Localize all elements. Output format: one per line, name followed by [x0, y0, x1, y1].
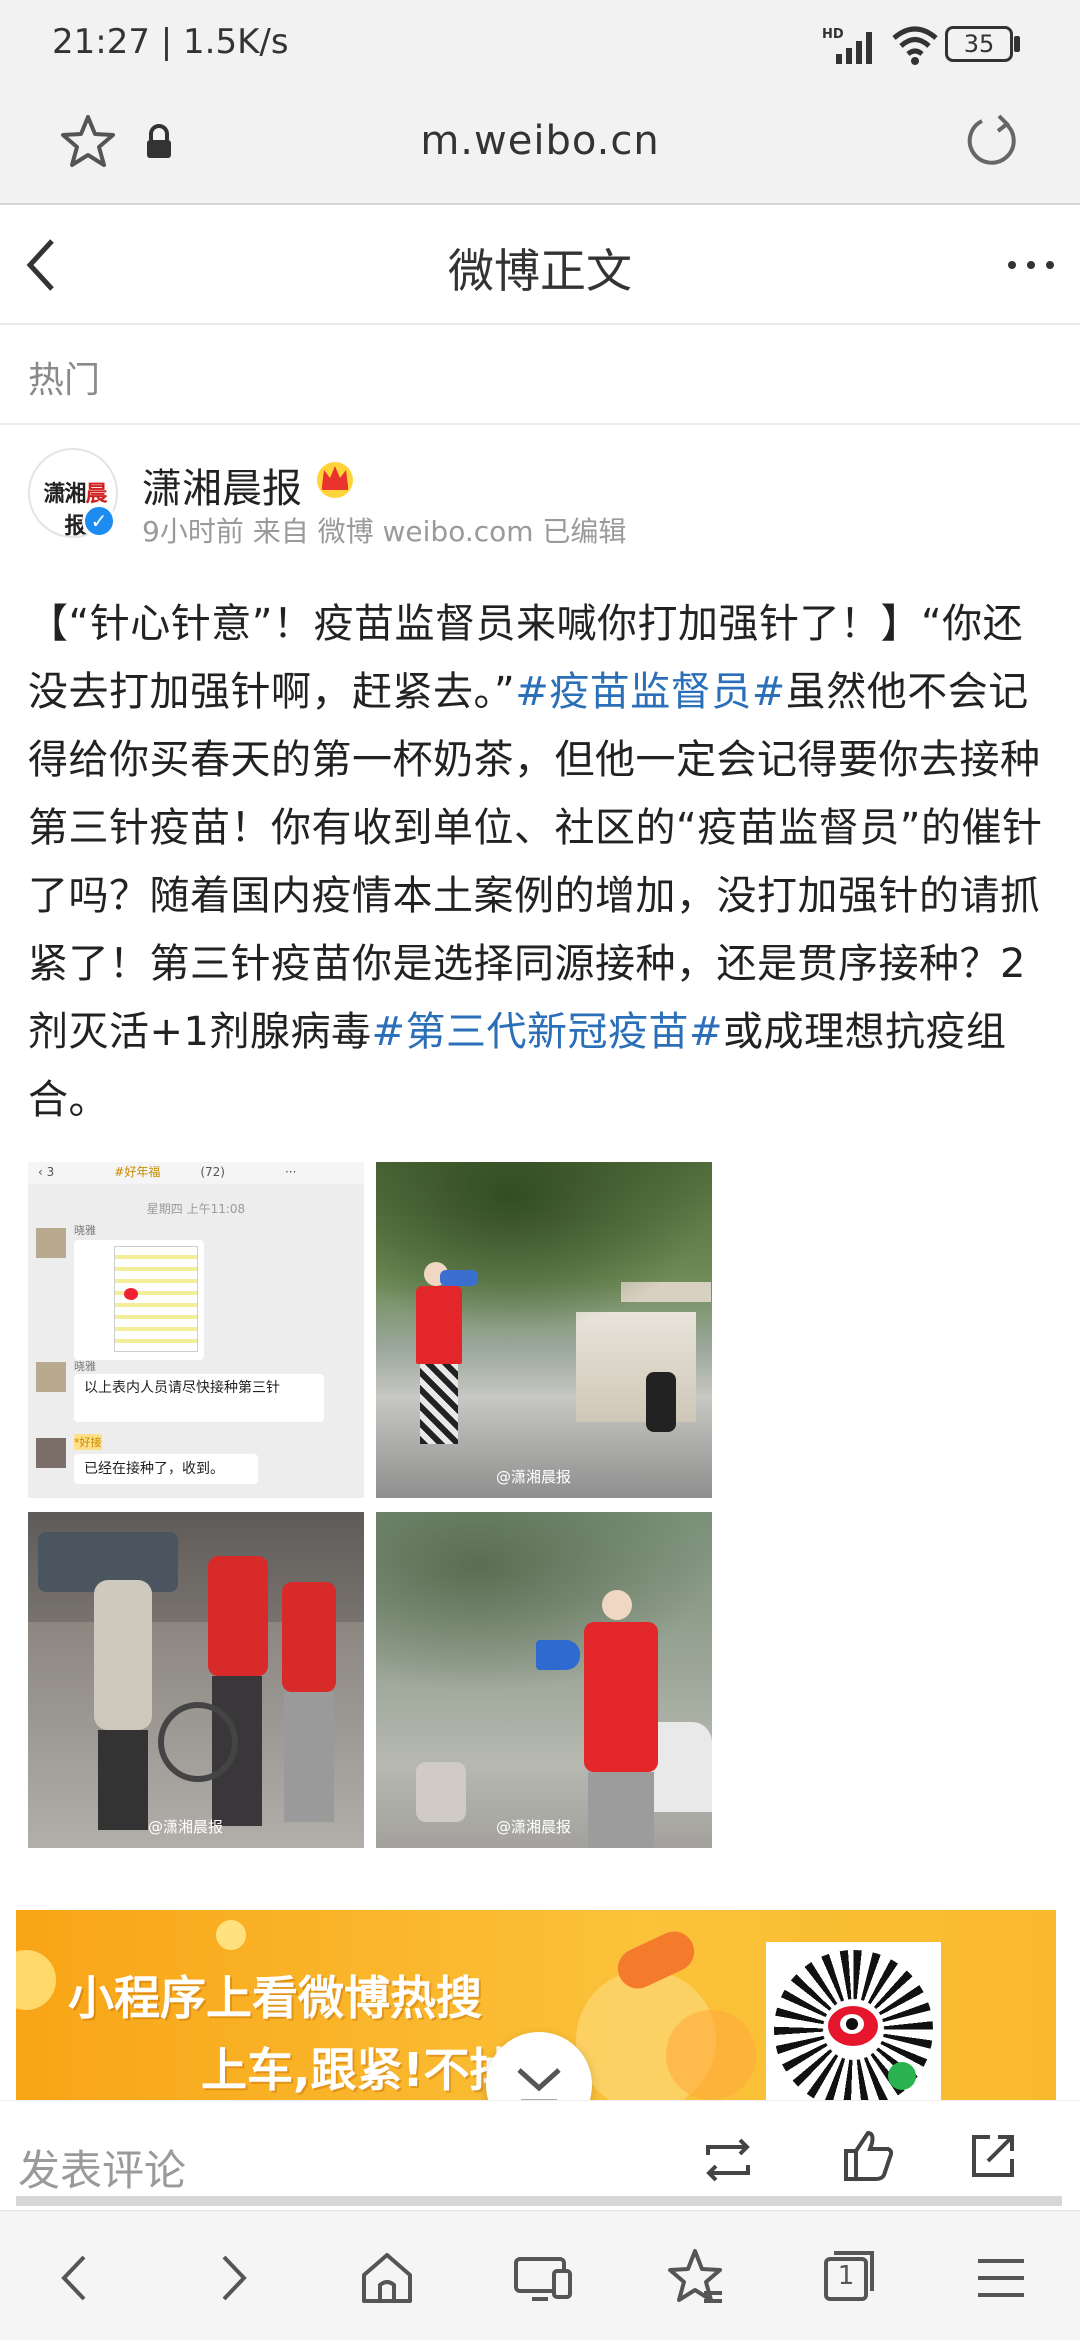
home-icon[interactable]	[352, 2243, 422, 2313]
section-label: 热门	[28, 360, 101, 401]
status-bar: 21:27 | 1.5K/s HD 35	[0, 0, 1080, 90]
battery-level: 35	[963, 30, 995, 58]
reload-icon[interactable]	[962, 112, 1022, 172]
chat-table-image	[74, 1240, 204, 1360]
browser-forward-icon[interactable]	[198, 2243, 268, 2313]
post-text-part-2: 虽然他不会记得给你买春天的第一杯奶茶，但他一定会记得要你去接种第三针疫苗！你有收…	[28, 669, 1043, 1055]
chat-sender: 晓雅	[74, 1360, 96, 1373]
tabs-button[interactable]: 1	[812, 2243, 882, 2313]
image-volunteer-street[interactable]: @潇湘晨报	[376, 1162, 712, 1498]
section-header: 热门	[0, 325, 1080, 425]
chat-sender: *好接	[74, 1434, 102, 1450]
address-bar: m.weibo.cn	[0, 90, 1080, 205]
image-watermark: @潇湘晨报	[496, 1818, 572, 1836]
wifi-icon	[892, 26, 938, 65]
chat-header: ‹ 3 #好年福 (72) ···	[28, 1162, 364, 1184]
image-watermark: @潇湘晨报	[496, 1468, 572, 1486]
share-icon[interactable]	[968, 2131, 1018, 2181]
browser-back-icon[interactable]	[40, 2243, 110, 2313]
like-thumbs-up-icon[interactable]	[840, 2127, 896, 2183]
comment-input[interactable]: 发表评论	[18, 2137, 186, 2198]
favorites-star-icon[interactable]	[660, 2243, 730, 2313]
crown-icon	[317, 462, 353, 498]
svg-text:HD: HD	[822, 27, 844, 42]
url-text[interactable]: m.weibo.cn	[0, 118, 1080, 164]
chat-message: 已经在接种了，收到。	[74, 1454, 258, 1484]
battery-icon: 35	[945, 26, 1013, 62]
chat-avatar	[36, 1362, 66, 1392]
battery-tip	[1014, 36, 1020, 52]
chat-date: 星期四 上午11:08	[146, 1202, 246, 1216]
desktop-mode-icon[interactable]	[508, 2243, 578, 2313]
post-text: 【“针心针意”！疫苗监督员来喊你打加强针了！】“你还没去打加强针啊，赶紧去。”#…	[28, 590, 1058, 1134]
image-watermark: @潇湘晨报	[148, 1818, 224, 1836]
image-chat-screenshot[interactable]: ‹ 3 #好年福 (72) ··· 星期四 上午11:08 晓雅 晓雅 以上表内人员请…	[28, 1162, 364, 1498]
page-header: 微博正文	[0, 205, 1080, 325]
signal-icon: HD	[822, 27, 872, 64]
chat-sender: 晓雅	[74, 1224, 96, 1237]
hashtag-link[interactable]: #疫苗监督员#	[515, 669, 786, 715]
more-icon[interactable]	[1004, 255, 1058, 275]
chat-avatar	[36, 1438, 66, 1468]
verified-badge-icon: ✓	[82, 504, 116, 538]
menu-icon[interactable]	[966, 2243, 1036, 2313]
divider	[16, 2196, 1062, 2206]
hashtag-link[interactable]: #第三代新冠疫苗#	[371, 1009, 723, 1055]
chat-avatar	[36, 1228, 66, 1258]
post-action-bar: 发表评论	[0, 2100, 1080, 2210]
repost-icon[interactable]	[700, 2135, 756, 2185]
image-elderly-wheelchair[interactable]: @潇湘晨报	[28, 1512, 364, 1848]
tabs-count: 1	[837, 2261, 855, 2291]
image-volunteer-megaphone[interactable]: @潇湘晨报	[376, 1512, 712, 1848]
author-row[interactable]: 潇湘晨报 ✓ 潇湘晨报 9小时前 来自 微博 weibo.com 已编辑	[0, 430, 1080, 560]
chat-message: 以上表内人员请尽快接种第三针	[74, 1374, 324, 1422]
banner-line-1: 小程序上看微博热搜	[68, 1971, 482, 2025]
page-title: 微博正文	[448, 244, 632, 298]
author-name[interactable]: 潇湘晨报	[142, 456, 302, 514]
status-time: 21:27 | 1.5K/s	[52, 22, 289, 62]
qr-code-icon	[766, 1942, 941, 2100]
post-meta: 9小时前 来自 微博 weibo.com 已编辑	[142, 515, 627, 548]
banner-line-2: 上车,跟紧!不掉	[201, 2043, 516, 2097]
browser-toolbar: 1	[0, 2210, 1080, 2340]
